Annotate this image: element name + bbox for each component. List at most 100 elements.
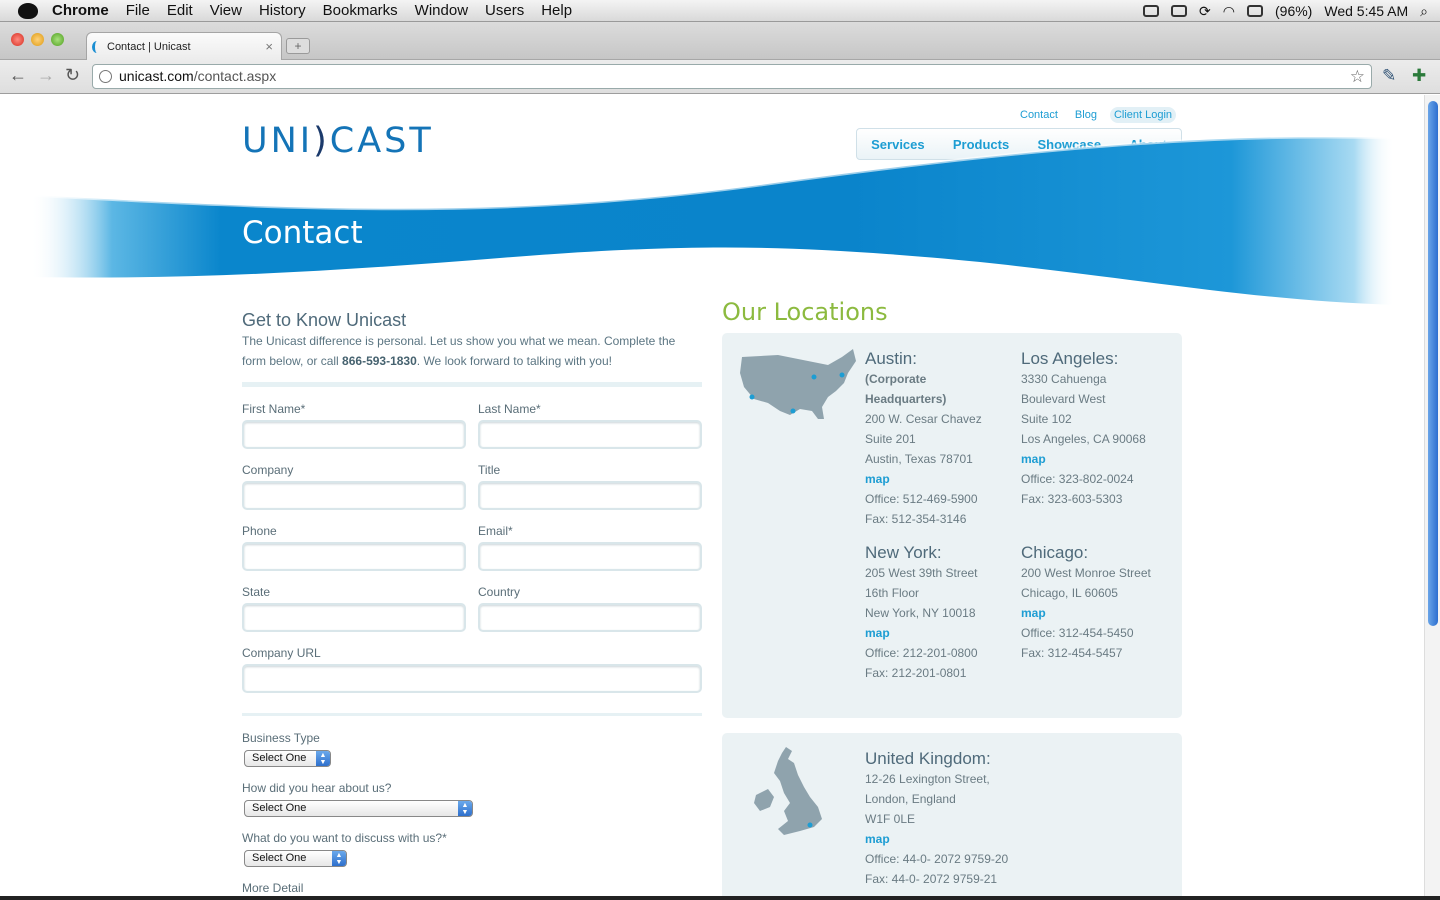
discuss-label: What do you want to discuss with us?*: [242, 831, 447, 845]
select-value: Select One: [252, 752, 307, 764]
menu-users[interactable]: Users: [485, 2, 524, 19]
menu-edit[interactable]: Edit: [167, 2, 193, 19]
address-line: 16th Floor: [865, 586, 920, 600]
select-arrows-icon: ▲ ▼: [458, 801, 472, 816]
city-name: New York:: [865, 543, 942, 562]
reload-icon[interactable]: ↻: [65, 65, 80, 86]
los-angeles-location: Los Angeles: 3330 Cahuenga Boulevard Wes…: [1021, 349, 1181, 509]
email-input[interactable]: [478, 542, 702, 571]
fax-number: Fax: 512-354-3146: [865, 512, 967, 526]
address-line: Austin, Texas 78701: [865, 452, 973, 466]
city-name: Chicago:: [1021, 543, 1089, 562]
fax-number: Fax: 44-0- 2072 9759-21: [865, 872, 998, 886]
minimize-window-button[interactable]: [31, 33, 44, 46]
address-line: London, England: [865, 792, 956, 806]
divider: [242, 713, 702, 716]
display-icon[interactable]: [1171, 5, 1188, 17]
forward-icon[interactable]: →: [37, 65, 55, 86]
last-name-label: Last Name*: [478, 402, 541, 416]
contact-link[interactable]: Contact: [1016, 107, 1062, 123]
chicago-location: Chicago: 200 West Monroe Street Chicago,…: [1021, 543, 1181, 663]
window-bottom-edge: [0, 896, 1440, 900]
address-line: 200 W. Cesar Chavez: [865, 412, 982, 426]
address-line: 200 West Monroe Street: [1021, 566, 1151, 580]
address-line: Los Angeles, CA 90068: [1021, 432, 1146, 446]
uk-map-link[interactable]: map: [865, 832, 890, 846]
phone-label: Phone: [242, 524, 277, 538]
hear-about-label: How did you hear about us?: [242, 781, 392, 795]
vertical-scrollbar[interactable]: [1424, 95, 1440, 900]
battery-icon[interactable]: [1247, 5, 1263, 17]
phone-input[interactable]: [242, 542, 466, 571]
bookmark-star-icon[interactable]: ☆: [1350, 65, 1365, 88]
blog-link[interactable]: Blog: [1071, 107, 1101, 123]
browser-tabstrip: Contact | Unicast × +: [0, 22, 1440, 60]
wrench-menu-icon[interactable]: ✚: [1412, 66, 1426, 86]
address-line: Suite 201: [865, 432, 916, 446]
favicon-icon: [92, 41, 102, 53]
tab-title: Contact | Unicast: [107, 40, 191, 53]
country-label: Country: [478, 585, 521, 599]
business-type-label: Business Type: [242, 731, 320, 745]
ny-map-link[interactable]: map: [865, 626, 890, 640]
city-name: United Kingdom:: [865, 749, 991, 768]
company-input[interactable]: [242, 481, 466, 510]
url-host: unicast.com: [119, 68, 194, 84]
status-area: ⟳ ◠ (96%) Wed 5:45 AM ⌕: [1143, 0, 1440, 22]
close-window-button[interactable]: [11, 33, 24, 46]
menu-window[interactable]: Window: [415, 2, 468, 19]
url-path: /contact.aspx: [193, 68, 277, 84]
menu-view[interactable]: View: [210, 2, 242, 19]
intro-phone: 866-593-1830: [342, 354, 417, 368]
office-phone: Office: 312-454-5450: [1021, 626, 1134, 640]
city-name: Austin:: [865, 349, 917, 368]
zoom-window-button[interactable]: [51, 33, 64, 46]
clock[interactable]: Wed 5:45 AM: [1324, 3, 1408, 19]
us-locations-panel: Austin: (Corporate Headquarters) 200 W. …: [722, 333, 1182, 718]
scrollbar-thumb[interactable]: [1428, 101, 1438, 626]
company-url-input[interactable]: [242, 664, 702, 693]
country-input[interactable]: [478, 603, 702, 632]
menu-history[interactable]: History: [259, 2, 306, 19]
wifi-icon[interactable]: ◠: [1223, 3, 1235, 20]
select-arrows-icon: ▲ ▼: [316, 751, 330, 766]
fax-number: Fax: 312-454-5457: [1021, 646, 1123, 660]
menu-app-name[interactable]: Chrome: [52, 2, 109, 19]
menu-help[interactable]: Help: [541, 2, 572, 19]
menu-bookmarks[interactable]: Bookmarks: [323, 2, 398, 19]
back-icon[interactable]: ←: [9, 65, 27, 86]
spotlight-search-icon[interactable]: ⌕: [1420, 3, 1428, 20]
apple-icon[interactable]: [18, 2, 38, 19]
select-value: Select One: [252, 802, 307, 814]
time-machine-icon[interactable]: [1143, 5, 1160, 17]
discuss-select[interactable]: Select One ▲ ▼: [244, 850, 347, 867]
address-line: New York, NY 10018: [865, 606, 976, 620]
business-type-select[interactable]: Select One ▲ ▼: [244, 750, 331, 767]
client-login-link[interactable]: Client Login: [1109, 107, 1177, 123]
sync-icon[interactable]: ⟳: [1199, 3, 1211, 20]
select-arrows-icon: ▲ ▼: [332, 851, 346, 866]
header-wave-banner: [29, 135, 1396, 305]
austin-map-link[interactable]: map: [865, 472, 890, 486]
locations-heading: Our Locations: [722, 298, 888, 326]
first-name-input[interactable]: [242, 420, 466, 449]
last-name-input[interactable]: [478, 420, 702, 449]
eyedropper-extension-icon[interactable]: ✎: [1382, 66, 1396, 86]
menu-file[interactable]: File: [126, 2, 150, 19]
address-line: 12-26 Lexington Street,: [865, 772, 990, 786]
hear-about-select[interactable]: Select One ▲ ▼: [244, 800, 473, 817]
chicago-map-link[interactable]: map: [1021, 606, 1046, 620]
close-tab-icon[interactable]: ×: [265, 39, 273, 54]
divider: [242, 382, 702, 387]
new-tab-button[interactable]: +: [286, 38, 310, 54]
state-label: State: [242, 585, 271, 599]
state-input[interactable]: [242, 603, 466, 632]
la-map-link[interactable]: map: [1021, 452, 1046, 466]
title-input[interactable]: [478, 481, 702, 510]
office-phone: Office: 44-0- 2072 9759-20: [865, 852, 1009, 866]
address-line: 3330 Cahuenga: [1021, 372, 1107, 386]
browser-tab[interactable]: Contact | Unicast ×: [86, 32, 282, 60]
uk-location: United Kingdom: 12-26 Lexington Street, …: [865, 749, 1065, 889]
email-label: Email*: [478, 524, 513, 538]
address-bar[interactable]: unicast.com/contact.aspx ☆: [92, 64, 1372, 89]
